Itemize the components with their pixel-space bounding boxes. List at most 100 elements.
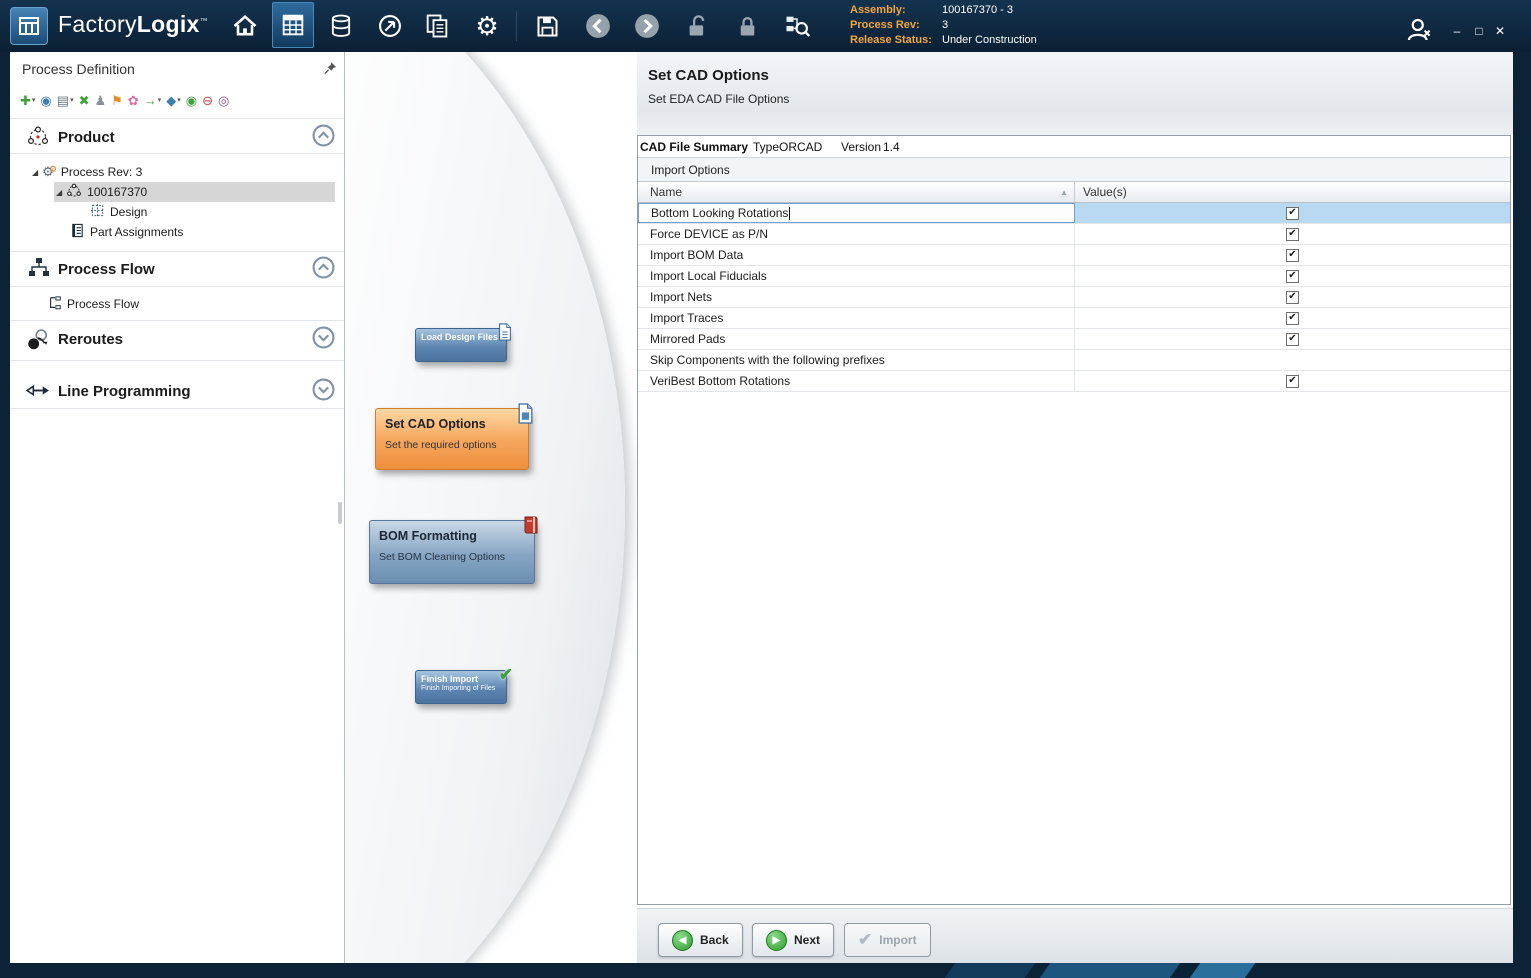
globe-icon[interactable]: ◉: [186, 94, 197, 107]
file-icon: [497, 323, 513, 346]
back-button[interactable]: ◀ Back: [658, 923, 743, 957]
maximize-button[interactable]: □: [1470, 24, 1488, 38]
tree-item-process-rev[interactable]: ◢ ⚙⚙ Process Rev: 3: [32, 162, 142, 182]
expand-down-icon[interactable]: [312, 378, 335, 406]
section-process-flow[interactable]: Process Flow: [10, 256, 344, 284]
table-row[interactable]: Mirrored Pads ✔: [638, 329, 1510, 350]
add-icon[interactable]: ✚▾: [20, 94, 35, 107]
row-name[interactable]: VeriBest Bottom Rotations: [638, 371, 1075, 391]
print-icon[interactable]: ▤▾: [57, 94, 74, 107]
row-value[interactable]: ✔: [1075, 203, 1510, 223]
settings-gear-icon[interactable]: ⚙: [470, 4, 504, 48]
spreadsheet-icon[interactable]: [272, 2, 314, 48]
link-icon[interactable]: ◉: [40, 94, 51, 107]
flow-search-icon[interactable]: [780, 4, 814, 48]
tree-item-design[interactable]: Design: [90, 202, 147, 222]
import-button[interactable]: ✔ Import: [844, 923, 931, 957]
row-value[interactable]: ✔: [1075, 245, 1510, 265]
column-header-name[interactable]: Name ▲: [638, 182, 1075, 202]
row-value[interactable]: ✔: [1075, 371, 1510, 391]
column-header-values[interactable]: Value(s): [1075, 182, 1510, 202]
checkbox[interactable]: ✔: [1286, 270, 1299, 283]
dropdown-caret-icon[interactable]: ▾: [32, 97, 36, 104]
tree-item-assembly[interactable]: ◢ 100167370: [56, 182, 147, 202]
sidebar-scrollbar-thumb[interactable]: [338, 502, 342, 524]
workflow-step-bom-formatting[interactable]: BOM Formatting Set BOM Cleaning Options: [369, 520, 535, 584]
row-name[interactable]: Bottom Looking Rotations: [638, 203, 1075, 223]
flower-icon[interactable]: ✿: [128, 94, 139, 107]
unlock-icon[interactable]: [680, 4, 714, 48]
dropdown-caret-icon[interactable]: ▾: [158, 97, 162, 104]
section-line-programming[interactable]: Line Programming: [10, 376, 344, 404]
tree-item-part-assignments[interactable]: Part Assignments: [70, 222, 183, 242]
database-icon[interactable]: [324, 4, 358, 48]
table-row[interactable]: Import Traces ✔: [638, 308, 1510, 329]
table-row[interactable]: Import Local Fiducials ✔: [638, 266, 1510, 287]
collapse-up-icon[interactable]: [312, 256, 335, 284]
row-name[interactable]: Import BOM Data: [638, 245, 1075, 265]
minimize-button[interactable]: –: [1448, 24, 1466, 38]
section-product[interactable]: Product: [10, 124, 344, 152]
checkbox[interactable]: ✔: [1286, 291, 1299, 304]
checkbox[interactable]: ✔: [1286, 207, 1299, 220]
reroutes-icon: [25, 327, 51, 358]
accent-band: [1190, 963, 1256, 978]
checkbox[interactable]: ✔: [1286, 333, 1299, 346]
row-name[interactable]: Skip Components with the following prefi…: [638, 350, 1075, 370]
lock-icon[interactable]: [730, 4, 764, 48]
table-row[interactable]: Force DEVICE as P/N ✔: [638, 224, 1510, 245]
export-icon[interactable]: →▾: [144, 94, 162, 107]
row-value[interactable]: ✔: [1075, 287, 1510, 307]
forward-icon[interactable]: [630, 4, 664, 48]
row-name[interactable]: Import Nets: [638, 287, 1075, 307]
row-value[interactable]: ✔: [1075, 308, 1510, 328]
section-reroutes[interactable]: Reroutes: [10, 326, 344, 354]
row-name[interactable]: Force DEVICE as P/N: [638, 224, 1075, 244]
row-name[interactable]: Import Traces: [638, 308, 1075, 328]
row-name[interactable]: Mirrored Pads: [638, 329, 1075, 349]
table-row[interactable]: Bottom Looking Rotations ✔: [638, 203, 1510, 224]
dropdown-caret-icon[interactable]: ▾: [177, 97, 181, 104]
fill-icon[interactable]: ◆▾: [166, 94, 181, 107]
table-row[interactable]: Import Nets ✔: [638, 287, 1510, 308]
row-name[interactable]: Import Local Fiducials: [638, 266, 1075, 286]
row-value[interactable]: ✔: [1075, 329, 1510, 349]
flask-icon[interactable]: ⚑: [111, 94, 123, 107]
collapse-up-icon[interactable]: [312, 124, 335, 152]
next-button[interactable]: ▶ Next: [752, 923, 834, 957]
navigate-icon[interactable]: [373, 4, 407, 48]
expand-down-icon[interactable]: [312, 326, 335, 354]
separator: [10, 360, 344, 361]
close-button[interactable]: ✕: [1491, 24, 1509, 38]
split-icon[interactable]: ✖: [79, 94, 90, 107]
table-row[interactable]: Skip Components with the following prefi…: [638, 350, 1510, 371]
user-remove-icon[interactable]: [1402, 8, 1436, 52]
assembly-info: Assembly: 100167370 - 3 Process Rev: 3 R…: [850, 3, 1037, 47]
workflow-step-load-design-files[interactable]: Load Design Files: [415, 328, 507, 362]
checkbox[interactable]: ✔: [1286, 375, 1299, 388]
checkbox[interactable]: ✔: [1286, 249, 1299, 262]
expand-icon[interactable]: ◢: [56, 188, 62, 197]
workflow-step-set-cad-options[interactable]: Set CAD Options Set the required options: [375, 408, 529, 470]
row-value[interactable]: ✔: [1075, 266, 1510, 286]
workflow-panel: Load Design Files Set CAD Options Set th…: [345, 52, 637, 963]
remove-icon[interactable]: ⊖: [202, 94, 213, 107]
checkbox[interactable]: ✔: [1286, 312, 1299, 325]
checkbox[interactable]: ✔: [1286, 228, 1299, 241]
tree-item-process-flow[interactable]: Process Flow: [48, 294, 139, 314]
expand-icon[interactable]: ◢: [32, 168, 38, 177]
dropdown-caret-icon[interactable]: ▾: [70, 97, 74, 104]
home-icon[interactable]: [228, 4, 262, 48]
app-logo-icon: [10, 7, 48, 45]
row-value[interactable]: ✔: [1075, 224, 1510, 244]
pin-icon[interactable]: [324, 61, 337, 80]
record-icon[interactable]: ◎: [218, 94, 229, 107]
user-icon[interactable]: ♟: [94, 94, 106, 107]
save-icon[interactable]: [530, 4, 564, 48]
product-icon: [26, 125, 50, 154]
workflow-step-finish-import[interactable]: Finish Import Finish Importing of Files …: [415, 670, 507, 704]
documents-icon[interactable]: [420, 4, 454, 48]
table-row[interactable]: Import BOM Data ✔: [638, 245, 1510, 266]
back-icon[interactable]: [581, 4, 615, 48]
table-row[interactable]: VeriBest Bottom Rotations ✔: [638, 371, 1510, 392]
